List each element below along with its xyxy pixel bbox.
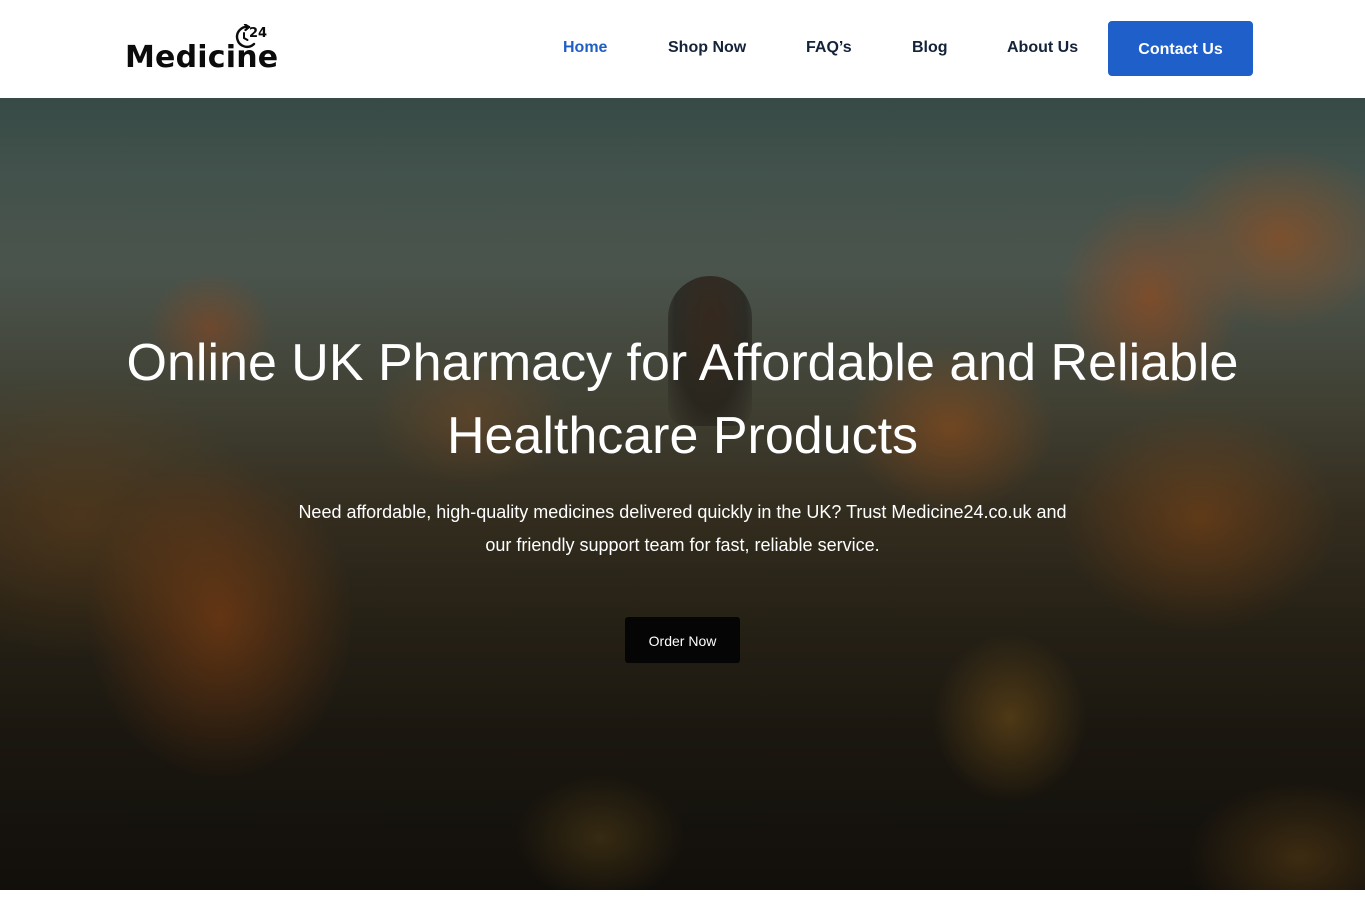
nav-faqs[interactable]: FAQ’s (806, 38, 852, 58)
hero-title-line-1: Online UK Pharmacy for Affordable and Re… (126, 334, 1239, 392)
clock-arrow-icon: 24 (235, 24, 267, 48)
nav-shop-now[interactable]: Shop Now (668, 38, 746, 58)
hero-title-line-2: Healthcare Products (446, 407, 919, 465)
site-header: Medicine 24 Home Shop Now FAQ’s Blog Abo… (0, 0, 1365, 98)
hero-overlay (0, 98, 1365, 890)
nav-blog[interactable]: Blog (912, 38, 948, 58)
nav-about-us[interactable]: About Us (1007, 38, 1078, 58)
contact-us-button[interactable]: Contact Us (1108, 21, 1253, 76)
nav-home[interactable]: Home (563, 38, 607, 58)
order-now-button[interactable]: Order Now (625, 617, 740, 663)
logo-badge: 24 (249, 26, 267, 41)
hero-section: Online UK Pharmacy for Affordable and Re… (0, 98, 1365, 890)
hero-subtitle-line-1: Need affordable, high-quality medicines … (298, 502, 1067, 522)
hero-subtitle: Need affordable, high-quality medicines … (0, 496, 1365, 562)
site-logo[interactable]: Medicine 24 (124, 24, 278, 80)
hero-title: Online UK Pharmacy for Affordable and Re… (0, 327, 1365, 473)
hero-subtitle-line-2: our friendly support team for fast, reli… (485, 535, 880, 555)
